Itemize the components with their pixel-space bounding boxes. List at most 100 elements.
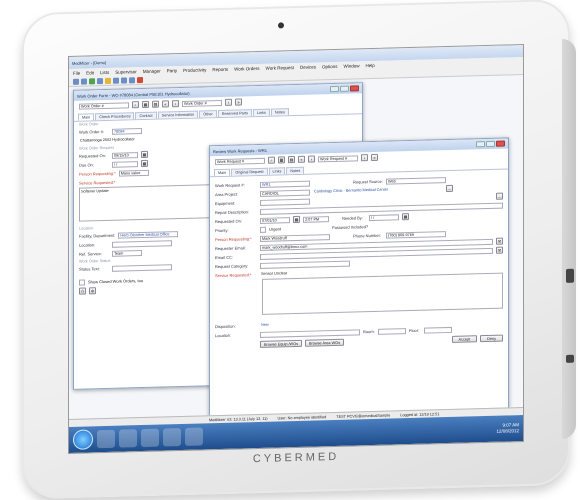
- menu-item[interactable]: Window: [344, 63, 360, 68]
- network-app-icon[interactable]: [185, 427, 203, 446]
- chart-icon[interactable]: [121, 77, 127, 84]
- menu-item[interactable]: Party: [167, 68, 178, 73]
- next-record-icon[interactable]: ›: [225, 98, 232, 106]
- area-project-field[interactable]: CARDIOL: [260, 189, 310, 197]
- tab[interactable]: Contact: [135, 111, 157, 120]
- location-field[interactable]: [112, 239, 172, 248]
- maximize-button[interactable]: [340, 85, 349, 92]
- binoculars-icon[interactable]: ▦: [142, 100, 149, 109]
- person-requesting-field[interactable]: Mark Woodruff: [260, 233, 330, 242]
- grid-icon[interactable]: ▤: [152, 100, 159, 108]
- facility-field[interactable]: Herb Otonther Medical Office: [118, 230, 179, 239]
- work-order-nav-select[interactable]: Work Order #: [182, 99, 222, 107]
- first-record-icon[interactable]: «: [298, 155, 305, 163]
- requested-on-field[interactable]: 09/15/10: [112, 151, 138, 159]
- menu-item[interactable]: Lists: [100, 70, 109, 75]
- grid-icon[interactable]: ▤: [288, 156, 295, 164]
- accept-button[interactable]: Accept: [451, 335, 478, 343]
- calendar-icon[interactable]: ▦: [293, 215, 300, 224]
- print-icon[interactable]: [97, 78, 103, 85]
- email-icon[interactable]: ✉: [496, 246, 503, 254]
- wr-number-field[interactable]: WR1: [260, 180, 310, 188]
- maximize-button[interactable]: [486, 140, 495, 148]
- search-icon[interactable]: ⌕: [132, 101, 139, 109]
- tab[interactable]: Service Information: [157, 110, 199, 119]
- needed-by-field[interactable]: / /: [369, 213, 399, 221]
- last-record-icon[interactable]: »: [235, 98, 242, 106]
- open-icon[interactable]: [81, 78, 87, 85]
- start-button[interactable]: [73, 429, 93, 450]
- tab[interactable]: Other: [199, 110, 217, 118]
- next-record-icon[interactable]: ›: [361, 154, 368, 162]
- deny-button[interactable]: Deny: [480, 334, 503, 343]
- media-player-icon[interactable]: [141, 428, 159, 448]
- settings-icon[interactable]: [129, 77, 135, 84]
- menu-item[interactable]: Options: [322, 64, 338, 69]
- tab[interactable]: Reserved Parts: [217, 109, 252, 118]
- ref-service-select[interactable]: Team: [112, 249, 142, 257]
- folder-icon[interactable]: [105, 77, 111, 85]
- menu-item[interactable]: Productivity: [183, 67, 206, 73]
- save-icon[interactable]: [89, 78, 95, 85]
- floor-field[interactable]: [424, 326, 452, 334]
- requested-time-field[interactable]: 2:07 PM: [303, 215, 329, 223]
- folder-icon[interactable]: [119, 429, 137, 448]
- prev-record-icon[interactable]: ‹: [172, 100, 179, 108]
- tab[interactable]: Links: [268, 167, 286, 175]
- calendar-icon[interactable]: ▦: [402, 213, 409, 221]
- binoculars-icon[interactable]: ▦: [278, 156, 285, 164]
- menu-item[interactable]: Work Request: [266, 65, 294, 71]
- menu-item[interactable]: File: [73, 71, 80, 76]
- requested-date-field[interactable]: 07/01/10: [260, 216, 290, 224]
- service-requested-value[interactable]: Sensor Unclear: [260, 269, 320, 278]
- attach-icon[interactable]: ⊕: [89, 287, 96, 295]
- phone-field[interactable]: (760) 809-9769: [386, 230, 446, 239]
- request-source-select[interactable]: Web: [386, 176, 446, 185]
- work-request-nav-select[interactable]: Work Request #: [318, 154, 358, 162]
- menu-item[interactable]: Supervisor: [115, 69, 137, 75]
- calendar-icon[interactable]: ▦: [141, 150, 148, 159]
- work-order-search-select[interactable]: Work Order #: [79, 101, 129, 110]
- first-record-icon[interactable]: «: [162, 100, 169, 108]
- equipment-field[interactable]: [260, 198, 310, 206]
- browser-icon[interactable]: [97, 429, 115, 449]
- menu-item[interactable]: Edit: [86, 70, 94, 75]
- tab[interactable]: Notes: [286, 166, 305, 175]
- search-icon[interactable]: ⌕: [268, 156, 275, 164]
- menu-item[interactable]: Manager: [143, 69, 161, 74]
- email-icon[interactable]: ✉: [496, 237, 503, 245]
- due-on-field[interactable]: / /: [112, 160, 138, 168]
- tab[interactable]: Main: [214, 168, 231, 177]
- close-button[interactable]: [496, 140, 505, 147]
- status-text-field[interactable]: [112, 263, 172, 272]
- lookup-icon[interactable]: …: [446, 184, 453, 193]
- prev-record-icon[interactable]: ‹: [308, 155, 315, 163]
- tab[interactable]: Links: [252, 108, 270, 117]
- new-icon[interactable]: [73, 78, 79, 85]
- person-requesting-field[interactable]: Manu value: [118, 169, 149, 177]
- last-record-icon[interactable]: »: [371, 153, 378, 162]
- print-icon[interactable]: ⎙: [79, 287, 86, 295]
- medmizer-app-icon[interactable]: [163, 428, 181, 447]
- minimize-button[interactable]: [330, 85, 339, 93]
- disposition-field[interactable]: New: [260, 320, 320, 329]
- show-closed-checkbox[interactable]: [79, 279, 85, 286]
- urgent-checkbox[interactable]: [260, 226, 266, 233]
- tab[interactable]: Original Request: [231, 167, 268, 176]
- browse-area-button[interactable]: Browse Area WOs: [304, 338, 345, 347]
- search-icon[interactable]: [113, 77, 119, 84]
- close-button[interactable]: [350, 85, 359, 92]
- room-field[interactable]: [378, 327, 406, 335]
- work-request-search-select[interactable]: Work Request #: [215, 157, 265, 165]
- menu-item[interactable]: Devices: [300, 64, 316, 69]
- menu-item[interactable]: Work Orders: [234, 66, 259, 72]
- tab[interactable]: Main: [78, 113, 95, 121]
- stop-icon[interactable]: [137, 77, 143, 84]
- tab[interactable]: Check Procedures: [95, 112, 135, 121]
- system-clock[interactable]: 9:07 AM 12/08/2012: [496, 422, 519, 435]
- wo-number-field[interactable]: 78084: [112, 127, 142, 135]
- lookup-icon[interactable]: …: [496, 192, 503, 200]
- service-requested-field[interactable]: [262, 272, 503, 315]
- minimize-button[interactable]: [476, 141, 485, 148]
- menu-item[interactable]: Reports: [212, 67, 228, 72]
